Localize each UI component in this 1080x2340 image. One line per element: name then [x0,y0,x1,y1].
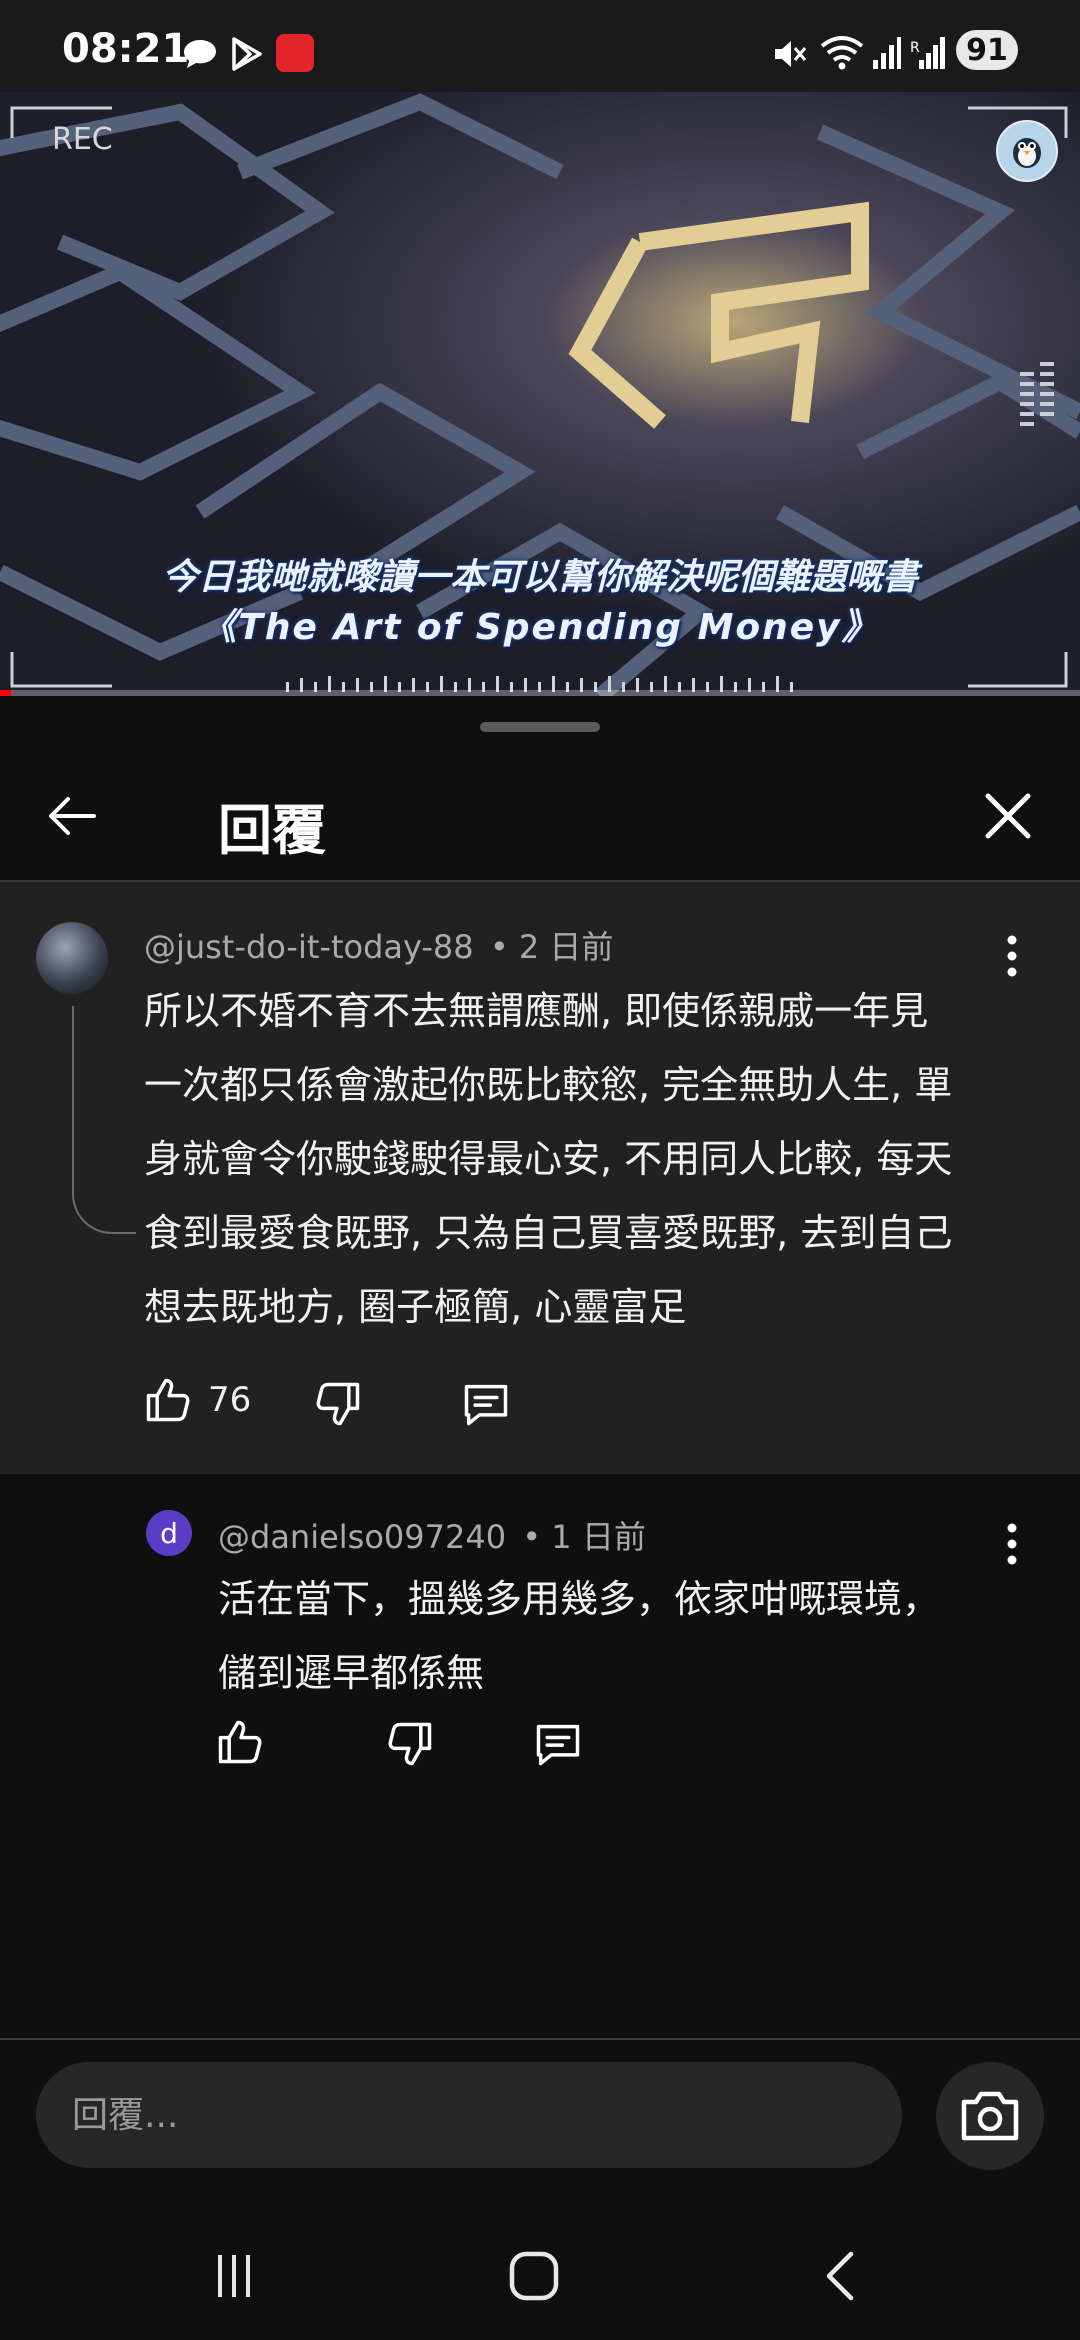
wifi-icon [820,36,864,70]
reply-input[interactable] [36,2062,902,2168]
status-bar: 08:21 R 91 [0,0,1080,92]
comment-author[interactable]: @danielso097240 [218,1518,506,1556]
reply-button[interactable] [532,1718,584,1770]
comment-text: 所以不婚不育不去無謂應酬, 即使係親戚一年見 一次都只係會激起你既比較慾, 完全… [144,974,1024,1344]
like-button[interactable]: 76 [142,1374,251,1426]
mute-icon [775,41,807,67]
comment-text-line: 所以不婚不育不去無謂應酬, 即使係親戚一年見 [144,989,929,1033]
comment-text: 活在當下，搵幾多用幾多，依家咁嘅環境， 儲到遲早都係無 [218,1562,1018,1710]
comment-text-line: 儲到遲早都係無 [218,1651,485,1695]
reply-button[interactable] [460,1378,512,1430]
thumbs-down-icon [316,1382,360,1426]
status-time: 08:21 [62,26,190,72]
close-button[interactable] [978,786,1038,846]
thumbs-up-icon [218,1720,262,1764]
system-nav-bar [0,2200,1080,2340]
sheet-title: 回覆 [218,799,326,862]
comment-meta: @just-do-it-today-88 • 2 日前 [144,922,613,968]
dislike-button[interactable] [384,1718,436,1770]
parent-comment: @just-do-it-today-88 • 2 日前 所以不婚不育不去無謂應酬… [0,882,1080,1474]
comment-author[interactable]: @just-do-it-today-88 [144,928,474,966]
comment-text-line: 身就會令你駛錢駛得最心安, 不用同人比較, 每天 [144,1137,953,1181]
like-button[interactable] [214,1716,266,1768]
channel-avatar[interactable] [996,120,1058,182]
rec-label: REC [52,122,113,157]
video-subtitle-line1: 今日我哋就嚟讀一本可以幫你解決呢個難題嘅書 [161,557,918,598]
camera-icon [961,2091,1019,2141]
arrow-left-icon [49,797,96,835]
signal-r-icon: R [910,37,945,69]
dislike-button[interactable] [312,1378,364,1430]
svg-text:R: R [910,40,920,56]
close-icon [985,793,1031,839]
play-store-icon [232,37,262,71]
comment-text-line: 一次都只係會激起你既比較慾, 完全無助人生, 單 [144,1063,953,1107]
sheet-header: 回覆 [0,756,1080,876]
back-button[interactable] [42,786,102,846]
comment-text-line: 活在當下，搵幾多用幾多，依家咁嘅環境， [218,1577,941,1621]
recent-apps-button[interactable] [194,2236,274,2316]
thread-connector-line [72,1006,136,1234]
thumbs-down-icon [388,1722,432,1766]
reply-comment: d @danielso097240 • 1 日前 活在當下，搵幾多用幾多，依家咁… [0,1474,1080,1774]
signal-icon [873,37,901,69]
avatar[interactable]: d [146,1510,192,1556]
comment-icon [464,1384,508,1426]
comment-icon [536,1724,580,1766]
comment-meta: @danielso097240 • 1 日前 [218,1512,646,1558]
back-nav-icon [826,2251,854,2301]
home-button[interactable] [494,2236,574,2316]
drag-handle[interactable] [480,722,600,732]
camera-button[interactable] [936,2062,1044,2170]
comment-text-line: 食到最愛食既野, 只為自己買喜愛既野, 去到自己 [144,1211,953,1255]
like-count: 76 [208,1380,252,1420]
chat-bubble-icon [184,40,216,68]
input-divider [0,2038,1080,2040]
battery-indicator: 91 [956,30,1018,70]
recent-apps-icon [218,2255,250,2297]
penguin-icon [1013,138,1041,168]
thumbs-up-icon [146,1378,190,1422]
home-icon [509,2251,559,2301]
red-app-icon [276,34,314,72]
comment-time: • 1 日前 [522,1518,646,1556]
back-nav-button[interactable] [800,2236,880,2316]
video-subtitle-line2: 《The Art of Spending Money》 [200,607,880,648]
comment-text-line: 想去既地方, 圈子極簡, 心靈富足 [144,1285,687,1329]
comment-time: • 2 日前 [489,928,614,966]
avatar[interactable] [36,922,108,994]
video-player[interactable]: REC 今日我哋就嚟讀一本可以幫你解決呢個難題嘅書 《The Art of Sp… [0,92,1080,696]
